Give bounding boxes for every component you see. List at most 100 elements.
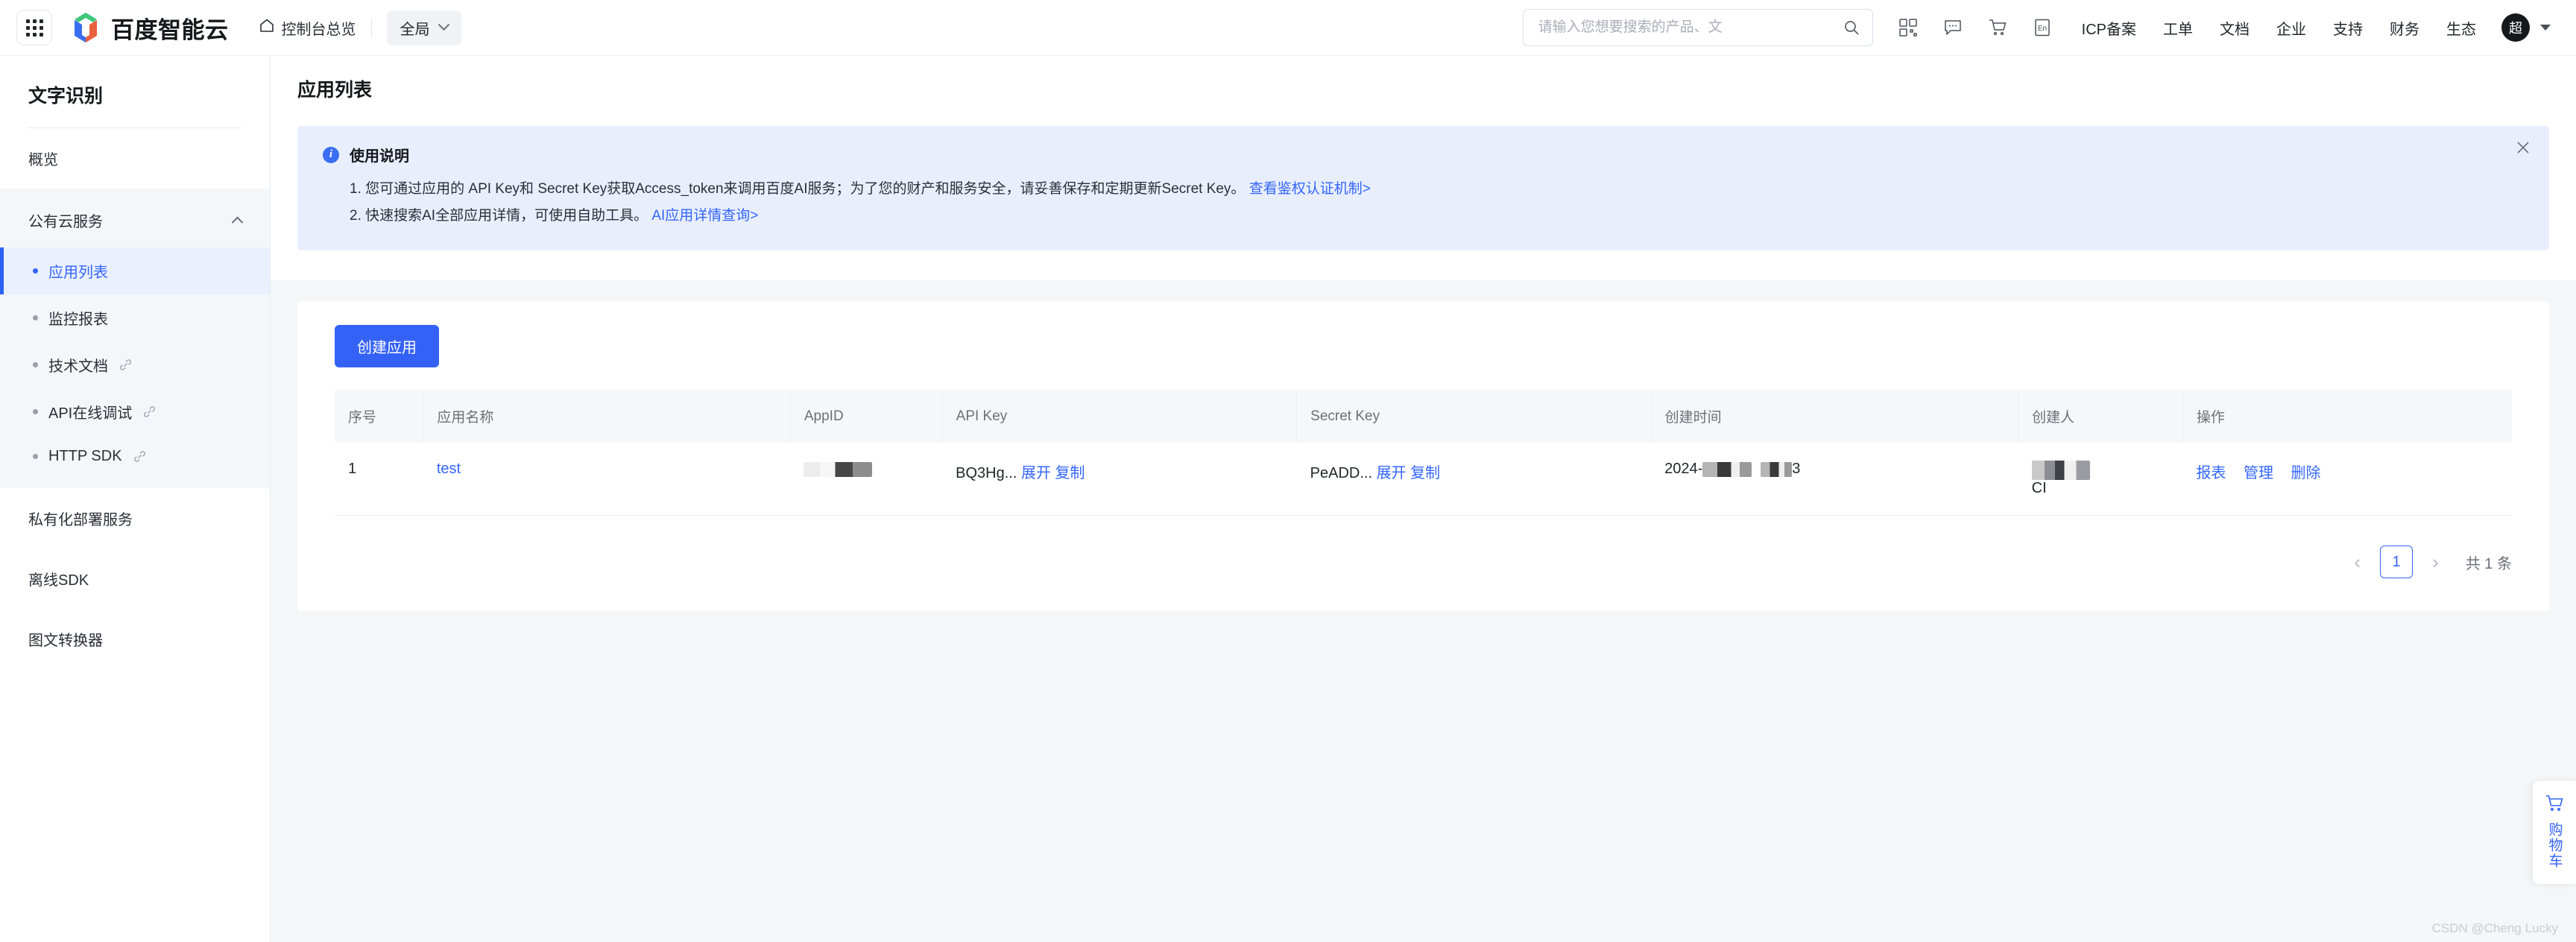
chevron-left-icon[interactable]: ‹ (2349, 551, 2365, 574)
cart-widget-label: 购物车 (2546, 822, 2563, 869)
col-actions: 操作 (2182, 390, 2512, 443)
sidebar-item-label: HTTP SDK (48, 448, 122, 464)
cell-created-at: 2024- 3 (1651, 443, 2018, 516)
sidebar-item-converter[interactable]: 图文转换器 (0, 609, 270, 669)
qrcode-icon[interactable] (1898, 18, 1918, 37)
brand-logo-area[interactable]: 百度智能云 (70, 11, 229, 45)
ai-app-query-link[interactable]: AI应用详情查询> (651, 208, 758, 224)
sidebar-item-monitor-report[interactable]: 监控报表 (0, 294, 270, 341)
nav-item-enterprise[interactable]: 企业 (2276, 17, 2306, 39)
table-body: 1 test BQ3Hg... 展开 复制 PeADD... 展开 复制 202… (335, 443, 2512, 516)
nav-item-docs[interactable]: 文档 (2220, 17, 2250, 39)
caret-down-icon (2540, 25, 2551, 31)
cart-icon (2544, 793, 2565, 818)
page-number-1[interactable]: 1 (2380, 546, 2414, 578)
sidebar-item-label: 概览 (28, 152, 58, 168)
col-index: 序号 (335, 390, 424, 443)
region-label: 全局 (400, 21, 430, 38)
col-created-at: 创建时间 (1651, 390, 2019, 443)
search-icon[interactable] (1843, 19, 1860, 37)
language-en-icon[interactable]: En (2033, 18, 2052, 37)
created-at-prefix: 2024- (1664, 461, 1703, 477)
header-divider (370, 18, 372, 37)
sidebar-item-label: API在线调试 (48, 405, 133, 422)
cell-creator: CI (2018, 443, 2183, 516)
action-delete-link[interactable]: 删除 (2291, 465, 2321, 481)
api-key-value: BQ3Hg... (956, 465, 1017, 481)
sidebar-item-label: 应用列表 (48, 265, 108, 281)
auth-mechanism-link[interactable]: 查看鉴权认证机制> (1249, 181, 1371, 197)
bullet-icon (33, 315, 38, 320)
baidu-cloud-logo-icon (70, 11, 101, 44)
notice-line-2: 2. 快速搜索AI全部应用详情，可使用自助工具。 AI应用详情查询> (323, 203, 2524, 230)
redacted-created-at-1 (1702, 461, 1752, 477)
sidebar-item-label: 私有化部署服务 (28, 512, 133, 528)
nav-item-support[interactable]: 支持 (2333, 17, 2363, 39)
sidebar-item-label: 技术文档 (48, 358, 108, 375)
sidebar-item-offline-sdk[interactable]: 离线SDK (0, 549, 270, 609)
cell-api-key: BQ3Hg... 展开 复制 (942, 443, 1297, 516)
api-key-copy-link[interactable]: 复制 (1055, 465, 1085, 481)
table-header-row: 序号 应用名称 AppID API Key Secret Key 创建时间 创建… (335, 390, 2512, 443)
apps-grid-button[interactable] (16, 10, 52, 45)
nav-item-ticket[interactable]: 工单 (2163, 17, 2193, 39)
create-app-button[interactable]: 创建应用 (335, 325, 439, 367)
redacted-created-at-2 (1761, 461, 1793, 477)
secret-key-expand-link[interactable]: 展开 (1377, 465, 1407, 481)
nav-item-ecosystem[interactable]: 生态 (2446, 17, 2476, 39)
bullet-icon (33, 409, 38, 414)
sidebar-item-http-sdk[interactable]: HTTP SDK (0, 435, 270, 478)
cell-secret-key: PeADD... 展开 复制 (1296, 443, 1652, 516)
external-link-icon (133, 449, 147, 464)
sidebar-group-header[interactable]: 公有云服务 (0, 193, 270, 247)
col-appid: AppID (790, 390, 943, 443)
cell-actions: 报表 管理 删除 (2182, 443, 2512, 516)
creator-suffix: CI (2031, 480, 2047, 496)
chevron-up-icon (231, 216, 244, 229)
notice-line-1-text: 1. 您可通过应用的 API Key和 Secret Key获取Access_t… (350, 181, 1246, 197)
cell-index: 1 (335, 443, 423, 516)
notice-line-2-text: 2. 快速搜索AI全部应用详情，可使用自助工具。 (350, 208, 648, 224)
usage-notice: i 使用说明 1. 您可通过应用的 API Key和 Secret Key获取A… (297, 126, 2549, 250)
avatar: 超 (2501, 13, 2530, 42)
sidebar-group-label: 公有云服务 (28, 214, 103, 230)
sidebar-item-tech-docs[interactable]: 技术文档 (0, 341, 270, 388)
col-secret-key: Secret Key (1296, 390, 1652, 443)
cart-icon[interactable] (1988, 18, 2007, 37)
search-input[interactable] (1538, 19, 1843, 36)
chevron-right-icon[interactable]: › (2428, 551, 2443, 574)
region-selector[interactable]: 全局 (386, 10, 461, 45)
notice-zone: i 使用说明 1. 您可通过应用的 API Key和 Secret Key获取A… (271, 121, 2576, 280)
message-icon[interactable] (1943, 18, 1963, 37)
close-icon[interactable] (2513, 138, 2533, 157)
api-key-expand-link[interactable]: 展开 (1021, 465, 1051, 481)
bullet-icon (33, 362, 38, 367)
main-content: 应用列表 i 使用说明 1. 您可通过应用的 API Key和 Secret K… (271, 56, 2576, 942)
created-at-suffix: 3 (1792, 461, 1801, 477)
col-api-key: API Key (942, 390, 1298, 443)
notice-title: 使用说明 (350, 148, 409, 165)
sidebar-item-app-list[interactable]: 应用列表 (0, 247, 270, 294)
table-head: 序号 应用名称 AppID API Key Secret Key 创建时间 创建… (335, 390, 2512, 443)
secret-key-copy-link[interactable]: 复制 (1410, 465, 1440, 481)
app-name-link[interactable]: test (437, 461, 461, 477)
bullet-icon (33, 268, 38, 274)
sidebar-title: 文字识别 (28, 86, 104, 107)
floating-cart-widget[interactable]: 购物车 (2533, 781, 2576, 884)
sidebar-item-private-deploy[interactable]: 私有化部署服务 (0, 488, 270, 549)
console-overview-link[interactable]: 控制台总览 (259, 17, 356, 39)
action-manage-link[interactable]: 管理 (2244, 465, 2273, 481)
global-search[interactable] (1522, 9, 1873, 46)
sidebar-item-api-debug[interactable]: API在线调试 (0, 388, 270, 435)
info-circle-icon: i (323, 146, 339, 163)
svg-text:En: En (2038, 25, 2047, 33)
chevron-down-icon (438, 18, 449, 31)
notice-header: i 使用说明 (323, 144, 2524, 165)
top-header: 百度智能云 控制台总览 全局 请输入您想要搜索的产品、文 En ICP备案 工单… (0, 0, 2576, 56)
nav-item-finance[interactable]: 财务 (2390, 17, 2419, 39)
nav-item-icp[interactable]: ICP备案 (2082, 17, 2136, 39)
action-report-link[interactable]: 报表 (2196, 465, 2226, 481)
user-menu[interactable]: 超 (2501, 13, 2551, 42)
redacted-appid (804, 461, 873, 477)
sidebar-item-overview[interactable]: 概览 (0, 128, 270, 189)
